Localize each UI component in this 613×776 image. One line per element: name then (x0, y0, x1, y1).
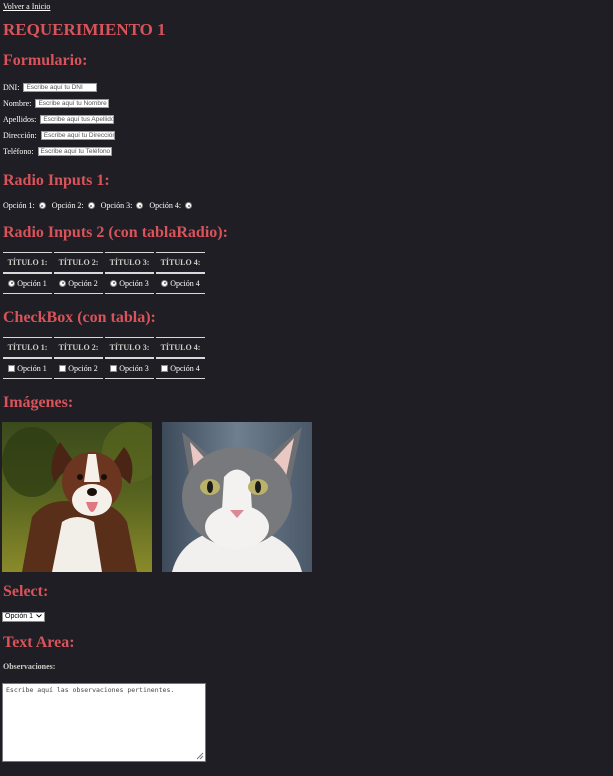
select-value: Opción 1 (5, 613, 34, 620)
checkbox-cell-3: Opción 3 (105, 358, 154, 379)
radio1-option-4[interactable] (185, 202, 193, 209)
radio1-label-1: Opción 1: (3, 201, 35, 210)
telefono-input[interactable]: Escribe aquí tu Teléfono (37, 147, 112, 156)
telefono-row: Teléfono: Escribe aquí tu Teléfono (3, 147, 112, 156)
select-heading: Select: (3, 583, 49, 600)
radio2-option-2[interactable] (59, 279, 67, 287)
nombre-label: Nombre: (3, 99, 32, 108)
checkbox-header-3: TÍTULO 3: (105, 337, 154, 358)
radio1-option-3[interactable] (136, 202, 144, 209)
observaciones-textarea[interactable]: Escribe aquí las observaciones pertinent… (2, 683, 206, 762)
direccion-label: Dirección: (3, 131, 37, 140)
radio2-option-1[interactable] (8, 279, 16, 287)
telefono-label: Teléfono: (3, 147, 34, 156)
radio1-label-4: Opción 4: (149, 201, 182, 210)
observaciones-label: Observaciones: (3, 662, 56, 671)
checkbox-label-2: Opción 2 (68, 363, 98, 373)
nombre-row: Nombre: Escribe aquí tu Nombre (3, 99, 110, 108)
radio2-label-4: Opción 4 (170, 278, 200, 288)
textarea-placeholder: Escribe aquí las observaciones pertinent… (6, 686, 175, 694)
checkbox-label-3: Opción 3 (119, 363, 149, 373)
apellidos-row: Apellidos: Escribe aquí tus Apellidos (3, 115, 115, 124)
option-select[interactable]: Opción 1 (2, 612, 46, 622)
apellidos-label: Apellidos: (3, 115, 37, 124)
radio2-table: TÍTULO 1: TÍTULO 2: TÍTULO 3: TÍTULO 4: … (1, 252, 207, 294)
radio1-label-3: Opción 3: (100, 201, 133, 210)
radio2-heading: Radio Inputs 2 (con tablaRadio): (3, 224, 228, 241)
radio2-header-3: TÍTULO 3: (105, 252, 154, 273)
checkbox-option-4[interactable] (161, 364, 169, 372)
textarea-heading: Text Area: (3, 634, 75, 651)
page-title: REQUERIMIENTO 1 (3, 20, 166, 39)
checkbox-table: TÍTULO 1: TÍTULO 2: TÍTULO 3: TÍTULO 4: … (1, 337, 207, 379)
dog-image (2, 422, 152, 572)
radio2-header-4: TÍTULO 4: (156, 252, 205, 273)
radio2-cell-1: Opción 1 (3, 273, 52, 294)
dni-input[interactable]: Escribe aquí tu DNI (23, 83, 98, 92)
radio2-cell-4: Opción 4 (156, 273, 205, 294)
form-heading: Formulario: (3, 52, 88, 69)
checkbox-label-1: Opción 1 (17, 363, 47, 373)
checkbox-cell-4: Opción 4 (156, 358, 205, 379)
dni-row: DNI: Escribe aquí tu DNI (3, 83, 98, 92)
radio2-cell-2: Opción 2 (54, 273, 103, 294)
radio2-label-3: Opción 3 (119, 278, 149, 288)
checkbox-header-1: TÍTULO 1: (3, 337, 52, 358)
checkbox-cell-2: Opción 2 (54, 358, 103, 379)
radio1-heading: Radio Inputs 1: (3, 172, 110, 189)
radio1-label-2: Opción 2: (51, 201, 84, 210)
radio2-label-1: Opción 1 (17, 278, 47, 288)
radio2-option-4[interactable] (161, 279, 169, 287)
radio2-header-1: TÍTULO 1: (3, 252, 52, 273)
checkbox-option-1[interactable] (8, 364, 16, 372)
radio2-label-2: Opción 2 (68, 278, 98, 288)
radio1-option-1[interactable] (38, 202, 46, 209)
dni-label: DNI: (3, 83, 20, 92)
checkbox-header-2: TÍTULO 2: (54, 337, 103, 358)
direccion-row: Dirección: Escribe aquí tu Dirección (3, 131, 115, 140)
checkbox-label-4: Opción 4 (170, 363, 200, 373)
checkbox-header-4: TÍTULO 4: (156, 337, 205, 358)
apellidos-input[interactable]: Escribe aquí tus Apellidos (40, 115, 115, 124)
checkbox-heading: CheckBox (con tabla): (3, 309, 156, 326)
checkbox-cell-1: Opción 1 (3, 358, 52, 379)
radio2-header-2: TÍTULO 2: (54, 252, 103, 273)
radio2-cell-3: Opción 3 (105, 273, 154, 294)
radio1-option-2[interactable] (87, 202, 95, 209)
images-heading: Imágenes: (3, 394, 74, 411)
resize-handle-icon[interactable] (194, 750, 204, 760)
checkbox-option-3[interactable] (110, 364, 118, 372)
radio1-group: Opción 1: Opción 2: Opción 3: Opción 4: (3, 201, 193, 210)
nombre-input[interactable]: Escribe aquí tu Nombre (35, 99, 110, 108)
back-to-home-link[interactable]: Volver a Inicio (3, 2, 50, 11)
radio2-option-3[interactable] (110, 279, 118, 287)
cat-image (162, 422, 312, 572)
checkbox-option-2[interactable] (59, 364, 67, 372)
chevron-down-icon (36, 613, 42, 621)
direccion-input[interactable]: Escribe aquí tu Dirección (40, 131, 115, 140)
